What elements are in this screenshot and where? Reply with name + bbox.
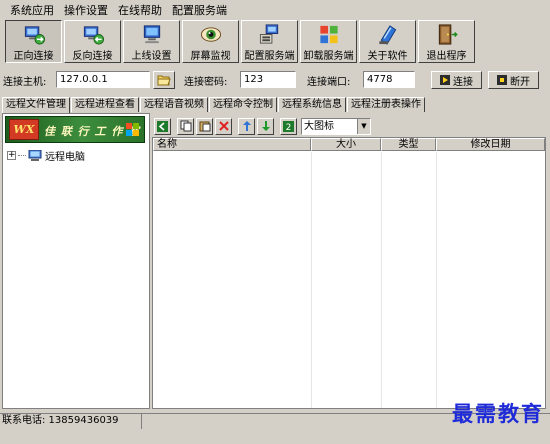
connect-button[interactable]: 连接 — [431, 71, 482, 89]
exit-button[interactable]: 退出程序 — [418, 20, 475, 63]
copy-icon — [180, 120, 191, 132]
uninstall-server-label: 卸载服务端 — [303, 51, 354, 62]
back-button[interactable] — [154, 117, 171, 135]
tab-registry[interactable]: 远程注册表操作 — [347, 97, 425, 112]
exit-label: 退出程序 — [426, 51, 467, 62]
copy-button[interactable] — [177, 117, 194, 135]
reverse-connect-button[interactable]: 反向连接 — [64, 20, 121, 63]
disconnect-label: 断开 — [510, 76, 530, 88]
menu-system-apps[interactable]: 系统应用 — [10, 2, 54, 18]
column-name[interactable]: 名称 — [153, 138, 311, 151]
studio-banner: WX 佳 联 行 工 作 室 — [5, 116, 145, 143]
forward-connect-icon — [24, 26, 45, 45]
about-button[interactable]: 关于软件 — [359, 20, 416, 63]
menu-help[interactable]: 在线帮助 — [118, 2, 162, 18]
tab-system-info[interactable]: 远程系统信息 — [278, 97, 346, 112]
uninstall-server-button[interactable]: 卸载服务端 — [300, 20, 357, 63]
svg-text:2: 2 — [286, 123, 292, 132]
connection-bar: 连接主机: 127.0.0.1 连接密码: 123 连接端口: 4778 连接 … — [0, 68, 550, 92]
paste-button[interactable] — [196, 117, 213, 135]
delete-button[interactable] — [215, 117, 232, 135]
password-label: 连接密码: — [184, 77, 228, 88]
password-input[interactable]: 123 — [240, 71, 296, 88]
menu-settings[interactable]: 操作设置 — [64, 2, 108, 18]
column-divider — [381, 152, 382, 408]
about-icon — [378, 25, 396, 45]
download-icon — [261, 121, 270, 131]
view-mode-select[interactable]: 大图标 ▼ — [301, 117, 371, 135]
contact-phone: 联系电话: 13859436039 — [0, 414, 142, 429]
about-label: 关于软件 — [367, 51, 408, 62]
column-divider — [436, 152, 437, 408]
upload-icon — [242, 121, 251, 131]
tab-file-manager[interactable]: 远程文件管理 — [2, 97, 70, 113]
screen-monitor-label: 屏幕监视 — [190, 51, 231, 62]
studio-logo: WX — [9, 119, 39, 140]
reverse-connect-label: 反向连接 — [72, 51, 113, 62]
paste-icon — [199, 121, 210, 132]
function-tabs: 远程文件管理 远程进程查看 远程语音视频 远程命令控制 远程系统信息 远程注册表… — [2, 97, 426, 113]
expand-icon[interactable]: + — [7, 151, 16, 160]
main-toolbar: 正向连接 反向连接 上线设置 屏幕监视 配置服务端 卸载服务端 关于软件 退出程… — [2, 20, 548, 64]
exit-icon — [438, 24, 458, 45]
uninstall-server-icon — [319, 25, 338, 44]
view-mode-value: 大图标 — [304, 120, 334, 132]
browse-folder-button[interactable] — [153, 71, 175, 89]
delete-icon — [218, 121, 229, 131]
port-input[interactable]: 4778 — [363, 71, 415, 88]
tab-command-control[interactable]: 远程命令控制 — [209, 97, 277, 112]
folder-open-icon — [157, 75, 171, 86]
tree-node-remote-computer[interactable]: + 远程电脑 — [7, 148, 85, 163]
menu-config-server[interactable]: 配置服务端 — [172, 2, 227, 18]
online-settings-icon — [143, 25, 160, 44]
online-settings-button[interactable]: 上线设置 — [123, 20, 180, 63]
windows-logo-icon — [126, 123, 139, 136]
config-server-button[interactable]: 配置服务端 — [241, 20, 298, 63]
tab-audio-video[interactable]: 远程语音视频 — [140, 97, 208, 112]
tree-connector — [18, 155, 26, 156]
forward-connect-button[interactable]: 正向连接 — [5, 20, 62, 63]
screen-monitor-button[interactable]: 屏幕监视 — [182, 20, 239, 63]
column-modified[interactable]: 修改日期 — [436, 138, 545, 151]
online-settings-label: 上线设置 — [131, 51, 172, 62]
watermark: 最需教育 — [452, 401, 544, 426]
tree-node-label: 远程电脑 — [45, 152, 85, 163]
stop-icon — [497, 75, 507, 85]
computer-icon — [28, 149, 42, 161]
chevron-down-icon[interactable]: ▼ — [357, 118, 370, 134]
column-type[interactable]: 类型 — [381, 138, 436, 151]
download-button[interactable] — [257, 117, 274, 135]
menu-bar: 系统应用 操作设置 在线帮助 配置服务端 — [0, 0, 550, 20]
connect-label: 连接 — [453, 76, 473, 88]
host-input[interactable]: 127.0.0.1 — [56, 71, 150, 88]
config-server-icon — [259, 24, 278, 44]
refresh-icon: 2 — [283, 120, 294, 132]
config-server-label: 配置服务端 — [244, 51, 295, 62]
file-list: 名称 大小 类型 修改日期 — [152, 137, 546, 409]
play-icon — [440, 75, 450, 85]
tab-process-viewer[interactable]: 远程进程查看 — [71, 97, 139, 112]
column-size[interactable]: 大小 — [311, 138, 381, 151]
upload-button[interactable] — [238, 117, 255, 135]
refresh-button[interactable]: 2 — [280, 117, 297, 135]
disconnect-button[interactable]: 断开 — [488, 71, 539, 89]
column-divider — [311, 152, 312, 408]
forward-connect-label: 正向连接 — [13, 51, 54, 62]
tree-pane: WX 佳 联 行 工 作 室 + 远程电脑 — [2, 113, 150, 409]
host-label: 连接主机: — [3, 77, 47, 88]
file-list-header: 名称 大小 类型 修改日期 — [153, 138, 545, 151]
back-icon — [157, 120, 168, 132]
port-label: 连接端口: — [307, 77, 351, 88]
reverse-connect-icon — [83, 26, 104, 45]
file-toolbar: 2 大图标 ▼ — [154, 116, 371, 136]
screen-monitor-icon — [200, 27, 221, 42]
